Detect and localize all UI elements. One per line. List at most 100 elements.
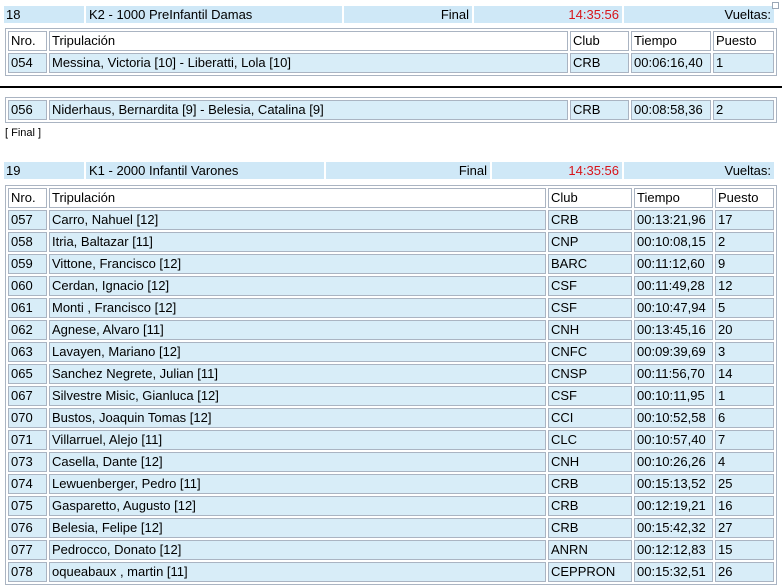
race-header: 19 K1 - 2000 Infantil Varones Final 14:3… — [4, 162, 782, 179]
cell-place: 14 — [715, 364, 774, 384]
column-header-crew: Tripulación — [49, 31, 568, 51]
cell-time: 00:10:11,95 — [634, 386, 713, 406]
column-header-place: Puesto — [713, 31, 774, 51]
cell-nro: 056 — [8, 100, 47, 120]
cell-nro: 071 — [8, 430, 47, 450]
results-table: Nro. Tripulación Club Tiempo Puesto 057 C… — [5, 185, 777, 585]
cell-club: CRB — [570, 100, 629, 120]
table-row: 067 Silvestre Misic, Gianluca [12] CSF 00:1… — [8, 386, 774, 406]
cell-crew: Casella, Dante [12] — [49, 452, 546, 472]
cell-place: 2 — [715, 232, 774, 252]
cell-crew: Sanchez Negrete, Julian [11] — [49, 364, 546, 384]
column-header-time: Tiempo — [634, 188, 713, 208]
cell-nro: 061 — [8, 298, 47, 318]
results-table: Nro. Tripulación Club Tiempo Puesto 054 … — [5, 28, 777, 76]
cell-place: 4 — [715, 452, 774, 472]
cell-nro: 073 — [8, 452, 47, 472]
cell-time: 00:13:21,96 — [634, 210, 713, 230]
cell-place: 20 — [715, 320, 774, 340]
cell-club: CRB — [548, 474, 632, 494]
cell-place: 6 — [715, 408, 774, 428]
cell-crew: Messina, Victoria [10] - Liberatti, Lola… — [49, 53, 568, 73]
cell-club: CRB — [570, 53, 629, 73]
race-laps-label: Vueltas: — [624, 162, 774, 179]
table-row: 073 Casella, Dante [12] CNH 00:10:26,26 4 — [8, 452, 774, 472]
cell-nro: 062 — [8, 320, 47, 340]
cell-nro: 075 — [8, 496, 47, 516]
cell-time: 00:09:39,69 — [634, 342, 713, 362]
cell-nro: 074 — [8, 474, 47, 494]
race-time: 14:35:56 — [492, 162, 622, 179]
table-row: 061 Monti , Francisco [12] CSF 00:10:47,94 5 — [8, 298, 774, 318]
cell-club: CCI — [548, 408, 632, 428]
cell-crew: Silvestre Misic, Gianluca [12] — [49, 386, 546, 406]
cell-place: 2 — [713, 100, 774, 120]
cell-time: 00:15:13,52 — [634, 474, 713, 494]
column-header-time: Tiempo — [631, 31, 711, 51]
race-title: K1 - 2000 Infantil Varones — [86, 162, 324, 179]
cell-nro: 070 — [8, 408, 47, 428]
cell-club: ANRN — [548, 540, 632, 560]
race-laps-label: Vueltas: — [624, 6, 774, 23]
cell-club: CSF — [548, 386, 632, 406]
cell-time: 00:10:52,58 — [634, 408, 713, 428]
table-row: 071 Villarruel, Alejo [11] CLC 00:10:57,40 7 — [8, 430, 774, 450]
cell-club: CSF — [548, 298, 632, 318]
cell-place: 17 — [715, 210, 774, 230]
cell-place: 15 — [715, 540, 774, 560]
corner-box-icon — [772, 2, 779, 9]
cell-time: 00:10:57,40 — [634, 430, 713, 450]
cell-crew: Pedrocco, Donato [12] — [49, 540, 546, 560]
cell-club: CRB — [548, 496, 632, 516]
cell-crew: Vittone, Francisco [12] — [49, 254, 546, 274]
cell-time: 00:10:47,94 — [634, 298, 713, 318]
final-note: [ Final ] — [5, 127, 42, 139]
cell-crew: Itria, Baltazar [11] — [49, 232, 546, 252]
cell-crew: Bustos, Joaquin Tomas [12] — [49, 408, 546, 428]
race-title: K2 - 1000 PreInfantil Damas — [86, 6, 342, 23]
cell-crew: Lewuenberger, Pedro [11] — [49, 474, 546, 494]
cell-time: 00:15:42,32 — [634, 518, 713, 538]
cell-nro: 065 — [8, 364, 47, 384]
table-header-row: Nro. Tripulación Club Tiempo Puesto — [8, 31, 774, 51]
cell-nro: 063 — [8, 342, 47, 362]
cell-crew: Belesia, Felipe [12] — [49, 518, 546, 538]
cell-nro: 054 — [8, 53, 47, 73]
table-row: 076 Belesia, Felipe [12] CRB 00:15:42,32 27 — [8, 518, 774, 538]
cell-time: 00:13:45,16 — [634, 320, 713, 340]
cell-time: 00:11:56,70 — [634, 364, 713, 384]
cell-time: 00:06:16,40 — [631, 53, 711, 73]
cell-place: 7 — [715, 430, 774, 450]
column-header-club: Club — [570, 31, 629, 51]
table-row: 059 Vittone, Francisco [12] BARC 00:11:12,6… — [8, 254, 774, 274]
cell-time: 00:11:49,28 — [634, 276, 713, 296]
cell-place: 12 — [715, 276, 774, 296]
cell-club: CNFC — [548, 342, 632, 362]
table-row: 074 Lewuenberger, Pedro [11] CRB 00:15:13,5… — [8, 474, 774, 494]
race-number: 18 — [4, 6, 84, 23]
column-header-club: Club — [548, 188, 632, 208]
cell-place: 16 — [715, 496, 774, 516]
table-row: 057 Carro, Nahuel [12] CRB 00:13:21,96 17 — [8, 210, 774, 230]
cell-place: 3 — [715, 342, 774, 362]
cell-crew: Niderhaus, Bernardita [9] - Belesia, Cat… — [49, 100, 568, 120]
table-row: 077 Pedrocco, Donato [12] ANRN 00:12:12,83 1… — [8, 540, 774, 560]
table-row: 054 Messina, Victoria [10] - Liberatti, … — [8, 53, 774, 73]
table-row: 070 Bustos, Joaquin Tomas [12] CCI 00:10:52… — [8, 408, 774, 428]
cell-time: 00:08:58,36 — [631, 100, 711, 120]
cell-club: CNP — [548, 232, 632, 252]
cell-time: 00:10:08,15 — [634, 232, 713, 252]
cell-place: 9 — [715, 254, 774, 274]
column-header-nro: Nro. — [8, 31, 47, 51]
cell-time: 00:10:26,26 — [634, 452, 713, 472]
cell-nro: 060 — [8, 276, 47, 296]
cell-crew: oqueabaux , martin [11] — [49, 562, 546, 582]
race-stage: Final — [326, 162, 490, 179]
race-number: 19 — [4, 162, 84, 179]
cell-crew: Villarruel, Alejo [11] — [49, 430, 546, 450]
cell-crew: Cerdan, Ignacio [12] — [49, 276, 546, 296]
cell-crew: Monti , Francisco [12] — [49, 298, 546, 318]
cell-club: CNH — [548, 452, 632, 472]
cell-club: CRB — [548, 210, 632, 230]
cell-place: 1 — [715, 386, 774, 406]
